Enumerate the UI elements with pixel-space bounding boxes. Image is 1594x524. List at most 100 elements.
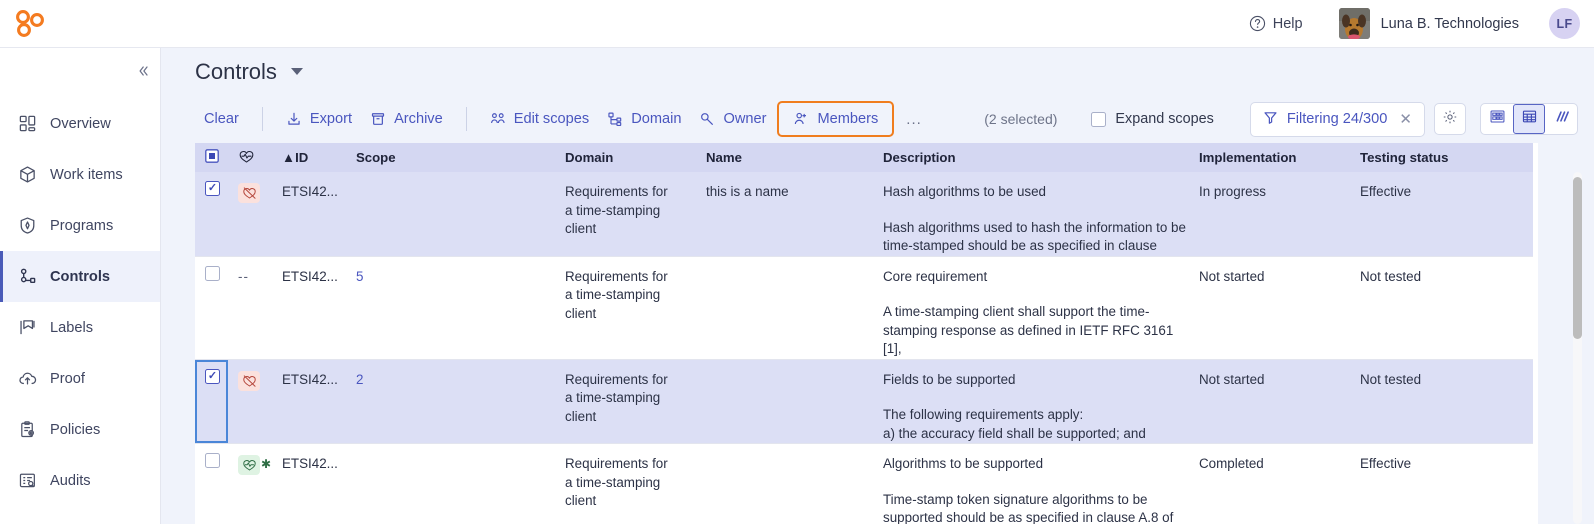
id-column-header[interactable]: ▲ID bbox=[272, 143, 346, 172]
sidebar-item-labels[interactable]: Labels bbox=[0, 302, 160, 353]
testing-status-column-header[interactable]: Testing status bbox=[1350, 143, 1533, 172]
sidebar-item-overview[interactable]: Overview bbox=[0, 98, 160, 149]
sidebar-item-work-items[interactable]: Work items bbox=[0, 149, 160, 200]
row-description-cell: Algorithms to be supported Time-stamp to… bbox=[873, 443, 1189, 524]
close-icon[interactable]: ✕ bbox=[1399, 110, 1412, 128]
sidebar-item-label: Audits bbox=[50, 472, 91, 489]
export-button[interactable]: Export bbox=[277, 105, 361, 133]
heartbeat-slashed-icon bbox=[238, 370, 260, 391]
row-scope-cell: 2 bbox=[346, 359, 555, 444]
expand-scopes-toggle[interactable]: Expand scopes bbox=[1091, 111, 1214, 127]
main-content: Controls Clear Export Archive Edit scope… bbox=[161, 48, 1594, 524]
expand-scopes-checkbox[interactable] bbox=[1091, 111, 1107, 127]
domain-button[interactable]: Domain bbox=[598, 105, 690, 133]
owner-button[interactable]: Owner bbox=[690, 105, 775, 133]
archive-button[interactable]: Archive bbox=[361, 105, 452, 133]
view-mode-card-button[interactable] bbox=[1481, 104, 1513, 134]
caret-down-icon[interactable] bbox=[290, 68, 303, 75]
domain-label: Domain bbox=[631, 111, 682, 127]
download-icon bbox=[286, 111, 302, 127]
sidebar-item-controls[interactable]: Controls bbox=[0, 251, 160, 302]
row-health-cell bbox=[228, 172, 272, 257]
toolbar-right-group: (2 selected) Expand scopes Filtering 24/… bbox=[984, 101, 1578, 137]
row-name-cell bbox=[696, 443, 873, 524]
table-scrollbar-thumb[interactable] bbox=[1573, 177, 1582, 339]
sidebar-item-proof[interactable]: Proof bbox=[0, 353, 160, 404]
sidebar-item-programs[interactable]: Programs bbox=[0, 200, 160, 251]
organization-name: Luna B. Technologies bbox=[1380, 15, 1519, 32]
description-title: Core requirement bbox=[883, 268, 988, 284]
three-rings-logo[interactable] bbox=[14, 9, 48, 39]
row-checkbox[interactable] bbox=[205, 368, 220, 384]
sidebar: Overview Work items Programs Controls La… bbox=[0, 48, 161, 524]
health-column-header[interactable] bbox=[228, 143, 272, 172]
name-column-header[interactable]: Name bbox=[696, 143, 873, 172]
scope-value[interactable]: 2 bbox=[356, 372, 363, 387]
view-mode-board-button[interactable] bbox=[1545, 104, 1577, 134]
help-button[interactable]: Help bbox=[1249, 15, 1303, 32]
row-testing-status-cell: Not tested bbox=[1350, 359, 1533, 444]
row-description-cell: Core requirement A time-stamping client … bbox=[873, 256, 1189, 360]
filter-chip[interactable]: Filtering 24/300 ✕ bbox=[1249, 101, 1425, 137]
edit-scopes-label: Edit scopes bbox=[513, 111, 590, 127]
audit-list-icon bbox=[18, 471, 37, 490]
organization-switcher[interactable]: Luna B. Technologies bbox=[1338, 8, 1519, 39]
clipboard-icon bbox=[18, 420, 37, 439]
implementation-column-header[interactable]: Implementation bbox=[1189, 143, 1350, 172]
table-row[interactable]: ✱ ETSI42... Requirements for a time-stam… bbox=[195, 443, 1533, 524]
user-add-icon bbox=[793, 111, 809, 127]
user-avatar[interactable]: LF bbox=[1549, 8, 1580, 39]
row-name-cell bbox=[696, 359, 873, 444]
row-implementation-cell: Completed bbox=[1189, 443, 1350, 524]
row-checkbox[interactable] bbox=[205, 453, 220, 468]
sidebar-item-audits[interactable]: Audits bbox=[0, 455, 160, 506]
row-select-cell[interactable] bbox=[195, 172, 228, 257]
table-row[interactable]: ETSI42... 2 Requirements for a time-stam… bbox=[195, 359, 1533, 444]
table-head: ▲ID Scope Domain Name Description Implem… bbox=[195, 143, 1533, 172]
scope-column-header[interactable]: Scope bbox=[346, 143, 555, 172]
row-id-cell: ETSI42... bbox=[272, 359, 346, 444]
row-checkbox[interactable] bbox=[205, 181, 220, 196]
row-select-cell[interactable] bbox=[195, 256, 228, 360]
scope-value[interactable]: 5 bbox=[356, 269, 363, 284]
top-bar-actions: Help Luna B. Technologies LF bbox=[1249, 0, 1594, 48]
action-toolbar: Clear Export Archive Edit scopes Domain … bbox=[161, 95, 1594, 143]
description-body: The following requirements apply: a) the… bbox=[883, 407, 1146, 441]
selected-count-label: (2 selected) bbox=[984, 111, 1058, 127]
domain-column-header[interactable]: Domain bbox=[555, 143, 696, 172]
row-description-cell: Fields to be supported The following req… bbox=[873, 359, 1189, 444]
table-row[interactable]: ETSI42... Requirements for a time-stampi… bbox=[195, 172, 1533, 257]
members-button[interactable]: Members bbox=[777, 101, 895, 137]
row-select-cell[interactable] bbox=[195, 359, 228, 444]
expand-scopes-label: Expand scopes bbox=[1115, 111, 1214, 127]
row-checkbox[interactable] bbox=[205, 265, 220, 281]
bookmark-icon bbox=[18, 318, 37, 337]
row-name-cell: this is a name bbox=[696, 172, 873, 257]
asterisk-icon: ✱ bbox=[261, 457, 272, 471]
more-actions-button[interactable]: ... bbox=[896, 111, 932, 128]
select-all-header[interactable] bbox=[195, 143, 228, 172]
table-row[interactable]: -- ETSI42... 5 Requirements for a time-s… bbox=[195, 256, 1533, 360]
toolbar-divider bbox=[261, 107, 263, 131]
description-title: Algorithms to be supported bbox=[883, 456, 1044, 471]
sidebar-item-policies[interactable]: Policies bbox=[0, 404, 160, 455]
view-mode-table-button[interactable] bbox=[1513, 104, 1545, 134]
description-column-header[interactable]: Description bbox=[873, 143, 1189, 172]
row-implementation-cell: In progress bbox=[1189, 172, 1350, 257]
edit-scopes-button[interactable]: Edit scopes bbox=[481, 105, 598, 133]
row-testing-status-cell: Not tested bbox=[1350, 256, 1533, 360]
id-header-label: ID bbox=[295, 150, 309, 165]
chevron-double-left-icon[interactable] bbox=[132, 60, 154, 82]
help-label: Help bbox=[1272, 15, 1303, 32]
table-settings-button[interactable] bbox=[1434, 103, 1466, 135]
row-id-cell: ETSI42... bbox=[272, 172, 346, 257]
clear-button[interactable]: Clear bbox=[195, 105, 248, 133]
hierarchy-icon bbox=[18, 267, 37, 286]
partial-select-icon[interactable] bbox=[205, 149, 219, 166]
sidebar-item-label: Proof bbox=[50, 370, 85, 387]
row-testing-status-cell: Effective bbox=[1350, 172, 1533, 257]
table-scrollbar[interactable] bbox=[1573, 172, 1582, 524]
row-domain-cell: Requirements for a time-stamping client bbox=[555, 256, 696, 360]
row-select-cell[interactable] bbox=[195, 443, 228, 524]
sort-ascending-icon: ▲ bbox=[282, 150, 296, 165]
